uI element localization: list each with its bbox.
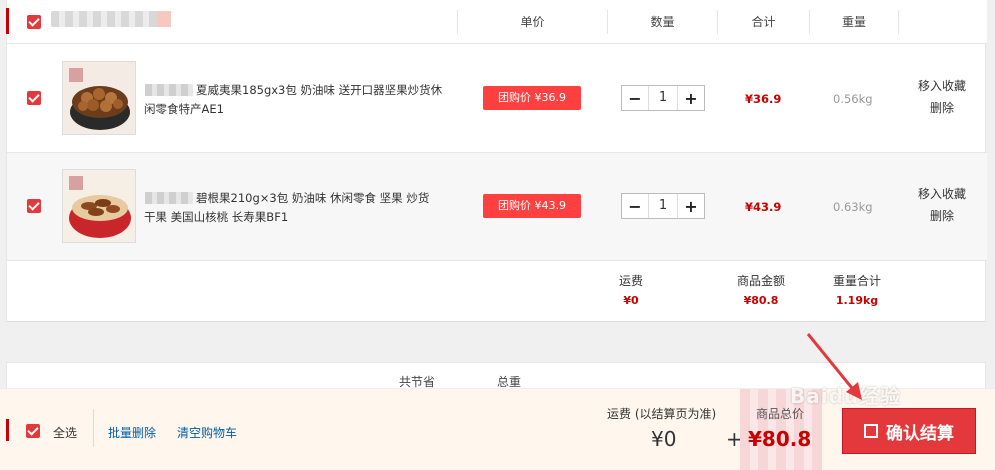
- group-price-badge: 团购价 ¥36.9: [483, 86, 581, 110]
- delete-item-link[interactable]: 删除: [912, 97, 972, 119]
- decrement-button[interactable]: −: [622, 194, 648, 218]
- cart-item-row: 碧根果210g×3包 奶油味 休闲零食 坚果 炒货 干果 美国山核桃 长寿果BF…: [7, 153, 987, 261]
- item-weight: 0.63kg: [833, 200, 873, 214]
- checkout-footer: 全选 批量删除 清空购物车 运费 (以结算页为准) ¥0 + 商品总价 ¥80.…: [0, 388, 995, 470]
- item-checkbox[interactable]: [27, 199, 41, 213]
- col-qty-header: 数量: [607, 10, 717, 34]
- col-price-header: 单价: [457, 10, 607, 34]
- shipping-label: 运费: [618, 274, 643, 288]
- quantity-input[interactable]: 1: [648, 86, 678, 110]
- footer-marker: [6, 419, 9, 441]
- group-price-badge: 团购价 ¥43.9: [483, 194, 581, 218]
- goods-amount-summary: 商品金额 ¥80.8: [729, 271, 793, 311]
- item-checkbox[interactable]: [27, 91, 41, 105]
- shop-checkbox[interactable]: [27, 15, 41, 29]
- confirm-checkout-button[interactable]: 确认结算: [842, 408, 976, 454]
- increment-button[interactable]: +: [678, 86, 704, 110]
- col-weight-header: 重量: [809, 10, 899, 34]
- select-all-label[interactable]: 全选: [53, 424, 77, 441]
- footer-goods-label: 商品总价: [756, 407, 805, 421]
- select-all-checkbox[interactable]: [26, 424, 40, 438]
- product-thumbnail[interactable]: [62, 61, 136, 135]
- footer-shipping-value: ¥0: [651, 427, 677, 451]
- weight-total-label: 重量合计: [832, 274, 881, 288]
- col-total-header: 合计: [717, 10, 809, 34]
- footer-goods-value: ¥80.8: [748, 427, 812, 451]
- move-to-favorites-link[interactable]: 移入收藏: [912, 183, 972, 205]
- delete-item-link[interactable]: 删除: [912, 205, 972, 227]
- macadamia-bowl-image: [63, 62, 135, 134]
- footer-shipping-label: 运费 (以结算页为准): [607, 407, 717, 421]
- shop-summary: 运费 ¥0 商品金额 ¥80.8 重量合计 1.19kg: [7, 261, 987, 321]
- product-thumbnail[interactable]: [62, 169, 136, 243]
- checkout-label: 确认结算: [886, 423, 954, 444]
- product-title-link[interactable]: 碧根果210g×3包 奶油味 休闲零食 坚果 炒货 干果 美国山核桃 长寿果BF…: [144, 189, 444, 227]
- item-total: ¥43.9: [745, 200, 782, 214]
- shop-marker: [6, 8, 9, 34]
- move-to-favorites-link[interactable]: 移入收藏: [912, 75, 972, 97]
- decrement-button[interactable]: −: [622, 86, 648, 110]
- quantity-stepper: − 1 +: [621, 85, 705, 111]
- weight-total-summary: 重量合计 1.19kg: [825, 271, 889, 311]
- goods-total-box: 商品总价 ¥80.8: [740, 389, 822, 470]
- goods-amount-label: 商品金额: [736, 274, 785, 288]
- batch-delete-link[interactable]: 批量删除: [108, 424, 156, 441]
- clear-cart-link[interactable]: 清空购物车: [177, 424, 237, 441]
- quantity-stepper: − 1 +: [621, 193, 705, 219]
- increment-button[interactable]: +: [678, 194, 704, 218]
- shop-name-blurred-tail: [157, 11, 171, 27]
- product-title-link[interactable]: 夏威夷果185gx3包 奶油味 送开口器坚果炒货休闲零食特产AE1: [144, 81, 444, 119]
- quantity-input[interactable]: 1: [648, 194, 678, 218]
- shipping-value: ¥0: [623, 294, 639, 307]
- pecan-bowl-image: [63, 170, 135, 242]
- cart-header: 单价 数量 合计 重量: [6, 0, 987, 44]
- shipping-summary: 运费 ¥0: [611, 271, 651, 311]
- item-total: ¥36.9: [745, 92, 782, 106]
- goods-amount-value: ¥80.8: [743, 294, 779, 307]
- cart-item-row: 夏威夷果185gx3包 奶油味 送开口器坚果炒货休闲零食特产AE1 团购价 ¥3…: [7, 45, 987, 153]
- checkout-check-icon: [864, 424, 878, 438]
- cart-panel: 单价 数量 合计 重量 夏威夷果185gx3包 奶油味 送开口器坚果炒货休闲零食…: [6, 0, 987, 322]
- item-weight: 0.56kg: [833, 92, 873, 106]
- footer-divider: [93, 409, 94, 447]
- shop-name-blurred: [51, 11, 171, 27]
- weight-total-value: 1.19kg: [835, 294, 879, 307]
